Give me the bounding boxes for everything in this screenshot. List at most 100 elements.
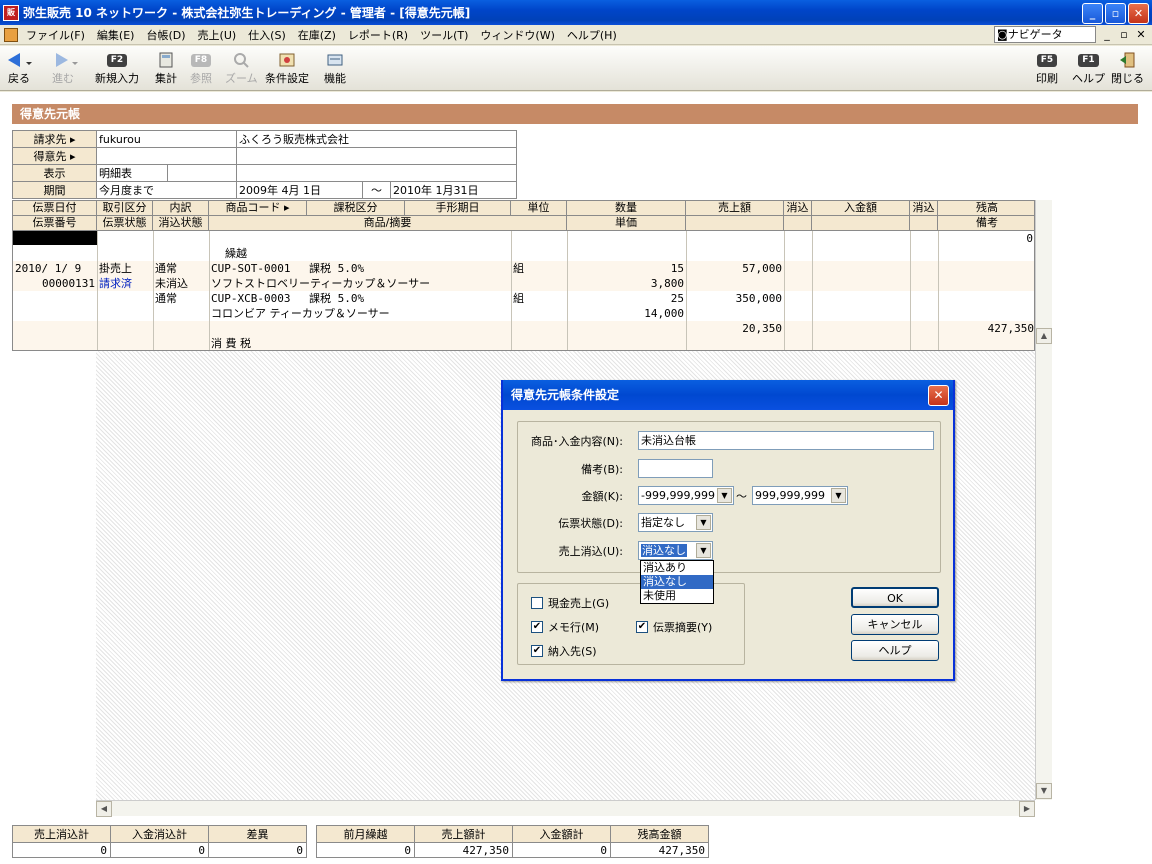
amount-to-select[interactable]: 999,999,999 ▼: [752, 486, 848, 505]
close-window-button[interactable]: ✕: [1128, 3, 1149, 24]
scroll-left-icon[interactable]: ◀: [96, 801, 112, 817]
amount-to-value: 999,999,999: [755, 489, 825, 502]
menu-help[interactable]: ヘルプ(H): [561, 27, 623, 43]
zoom-button[interactable]: ズーム: [225, 52, 258, 86]
option-unused[interactable]: 未使用: [641, 589, 713, 603]
back-button[interactable]: 戻る: [4, 52, 34, 86]
new-entry-button[interactable]: F2 新規入力: [95, 52, 139, 86]
vertical-scrollbar[interactable]: ▲ ▼: [1035, 200, 1052, 800]
grid-header-row2: 伝票番号 伝票状態 消込状態 商品/摘要 単価 備考: [13, 216, 1034, 231]
horizontal-scrollbar[interactable]: ◀ ▶: [96, 800, 1035, 817]
cancel-button[interactable]: キャンセル: [851, 614, 939, 635]
item2-code[interactable]: CUP-XCB-0003: [211, 291, 290, 306]
dialog-title: 得意先元帳条件設定: [511, 388, 620, 402]
slip-date[interactable]: 2010/ 1/ 9: [15, 261, 81, 276]
menu-purchase[interactable]: 仕入(S): [242, 27, 292, 43]
functions-label: 機能: [324, 72, 346, 85]
menu-file[interactable]: ファイル(F): [20, 27, 91, 43]
menu-window[interactable]: ウィンドウ(W): [474, 27, 560, 43]
slip-state-value: 指定なし: [641, 516, 685, 529]
breakdown-1: 通常: [155, 262, 177, 275]
header-trade-type: 取引区分: [97, 201, 153, 216]
toolbar: 戻る 進む F2 新規入力 集計 F8 参照 ズーム 条件設定 機能 F5 印刷…: [0, 46, 1152, 91]
item2-unit: 組: [513, 292, 524, 305]
cash-sales-checkbox[interactable]: 現金売上(G): [531, 595, 609, 611]
document-icon[interactable]: [4, 27, 18, 42]
scroll-right-icon[interactable]: ▶: [1019, 801, 1035, 817]
item1-name: ソフトストロベリーティーカップ＆ソーサー: [211, 277, 431, 290]
option-not-cleared[interactable]: 消込なし: [641, 575, 713, 589]
mdi-restore-button[interactable]: ▫: [1117, 28, 1131, 41]
menu-ledger[interactable]: 台帳(D): [140, 27, 191, 43]
forward-arrow-icon: [56, 53, 78, 67]
slip-state-select[interactable]: 指定なし ▼: [638, 513, 713, 532]
dialog-close-icon[interactable]: ✕: [928, 385, 949, 406]
scroll-down-icon[interactable]: ▼: [1036, 783, 1052, 799]
display-value[interactable]: 明細表: [97, 165, 168, 181]
forward-button[interactable]: 進む: [48, 52, 78, 86]
header-quantity: 数量: [567, 201, 686, 216]
chevron-down-icon[interactable]: ▼: [717, 488, 732, 503]
item1-amount: 57,000: [742, 262, 782, 275]
forward-label: 進む: [52, 72, 74, 85]
conditions-button[interactable]: 条件設定: [265, 52, 309, 86]
mdi-minimize-button[interactable]: _: [1100, 28, 1114, 41]
navigator-button[interactable]: ◙ナビゲータ: [994, 26, 1096, 43]
amount-label: 金額(K):: [581, 490, 623, 503]
option-cleared[interactable]: 消込あり: [641, 561, 713, 575]
total-label: 集計: [155, 72, 177, 85]
section-title: 得意先元帳: [12, 104, 1138, 124]
period-from[interactable]: 2009年 4月 1日: [236, 181, 363, 199]
menu-sales[interactable]: 売上(U): [192, 27, 243, 43]
delivery-checkbox[interactable]: ✔ 納入先(S): [531, 643, 597, 659]
period-to[interactable]: 2010年 1月31日: [390, 181, 517, 199]
help-label: ヘルプ: [1072, 72, 1105, 85]
close-button[interactable]: 閉じる: [1111, 52, 1144, 86]
total-button[interactable]: 集計: [155, 52, 177, 86]
functions-button[interactable]: 機能: [324, 52, 346, 86]
zoom-label: ズーム: [225, 72, 258, 85]
content-input[interactable]: 未消込台帳: [638, 431, 934, 450]
amount-from-value: -999,999,999: [641, 489, 715, 502]
sales-total-value: 427,350: [414, 842, 513, 858]
slip-summary-checkbox[interactable]: ✔ 伝票摘要(Y): [636, 619, 712, 635]
menu-stock[interactable]: 在庫(Z): [292, 27, 342, 43]
header-item-code[interactable]: 商品コード ▸: [209, 201, 307, 216]
chevron-down-icon[interactable]: ▼: [831, 488, 846, 503]
menu-tools[interactable]: ツール(T): [414, 27, 474, 43]
help-button[interactable]: F1 ヘルプ: [1072, 52, 1105, 86]
amount-from-select[interactable]: -999,999,999 ▼: [638, 486, 734, 505]
carry-balance: 0: [1026, 232, 1033, 245]
memo-input[interactable]: [638, 459, 713, 478]
close-label: 閉じる: [1111, 72, 1144, 85]
mdi-close-button[interactable]: ✕: [1134, 28, 1148, 41]
ok-button[interactable]: OK: [851, 587, 939, 608]
sales-clear-select[interactable]: 消込なし ▼: [638, 541, 713, 560]
maximize-button[interactable]: ▫: [1105, 3, 1126, 24]
billing-name: ふくろう販売株式会社: [236, 130, 517, 148]
period-label: 期間: [12, 181, 97, 199]
period-value[interactable]: 今月度まで: [96, 181, 237, 199]
scroll-up-icon[interactable]: ▲: [1036, 328, 1052, 344]
minimize-button[interactable]: _: [1082, 3, 1103, 24]
customer-code[interactable]: [96, 147, 237, 165]
item2-name: コロンビア ティーカップ＆ソーサー: [211, 307, 390, 320]
reference-button[interactable]: F8 参照: [190, 52, 212, 86]
item2-qty: 25: [670, 292, 684, 305]
print-button[interactable]: F5 印刷: [1036, 52, 1058, 86]
menu-report[interactable]: レポート(R): [342, 27, 414, 43]
menu-edit[interactable]: 編集(E): [91, 27, 141, 43]
billing-code[interactable]: fukurou: [96, 130, 237, 148]
slip-state[interactable]: 請求済: [99, 276, 132, 291]
slip-state-label: 伝票状態(D):: [558, 517, 623, 530]
memo-line-checkbox[interactable]: ✔ メモ行(M): [531, 619, 599, 635]
f2-key-icon: F2: [106, 53, 128, 67]
chevron-down-icon[interactable]: ▼: [696, 543, 711, 558]
item1-code[interactable]: CUP-SOT-0001: [211, 261, 290, 276]
slip-no[interactable]: 00000131: [15, 276, 95, 291]
chevron-down-icon[interactable]: ▼: [696, 515, 711, 530]
header-clear2: 消込: [910, 201, 938, 216]
new-entry-label: 新規入力: [95, 72, 139, 85]
selected-row-cursor[interactable]: [13, 231, 97, 245]
dialog-help-button[interactable]: ヘルプ: [851, 640, 939, 661]
